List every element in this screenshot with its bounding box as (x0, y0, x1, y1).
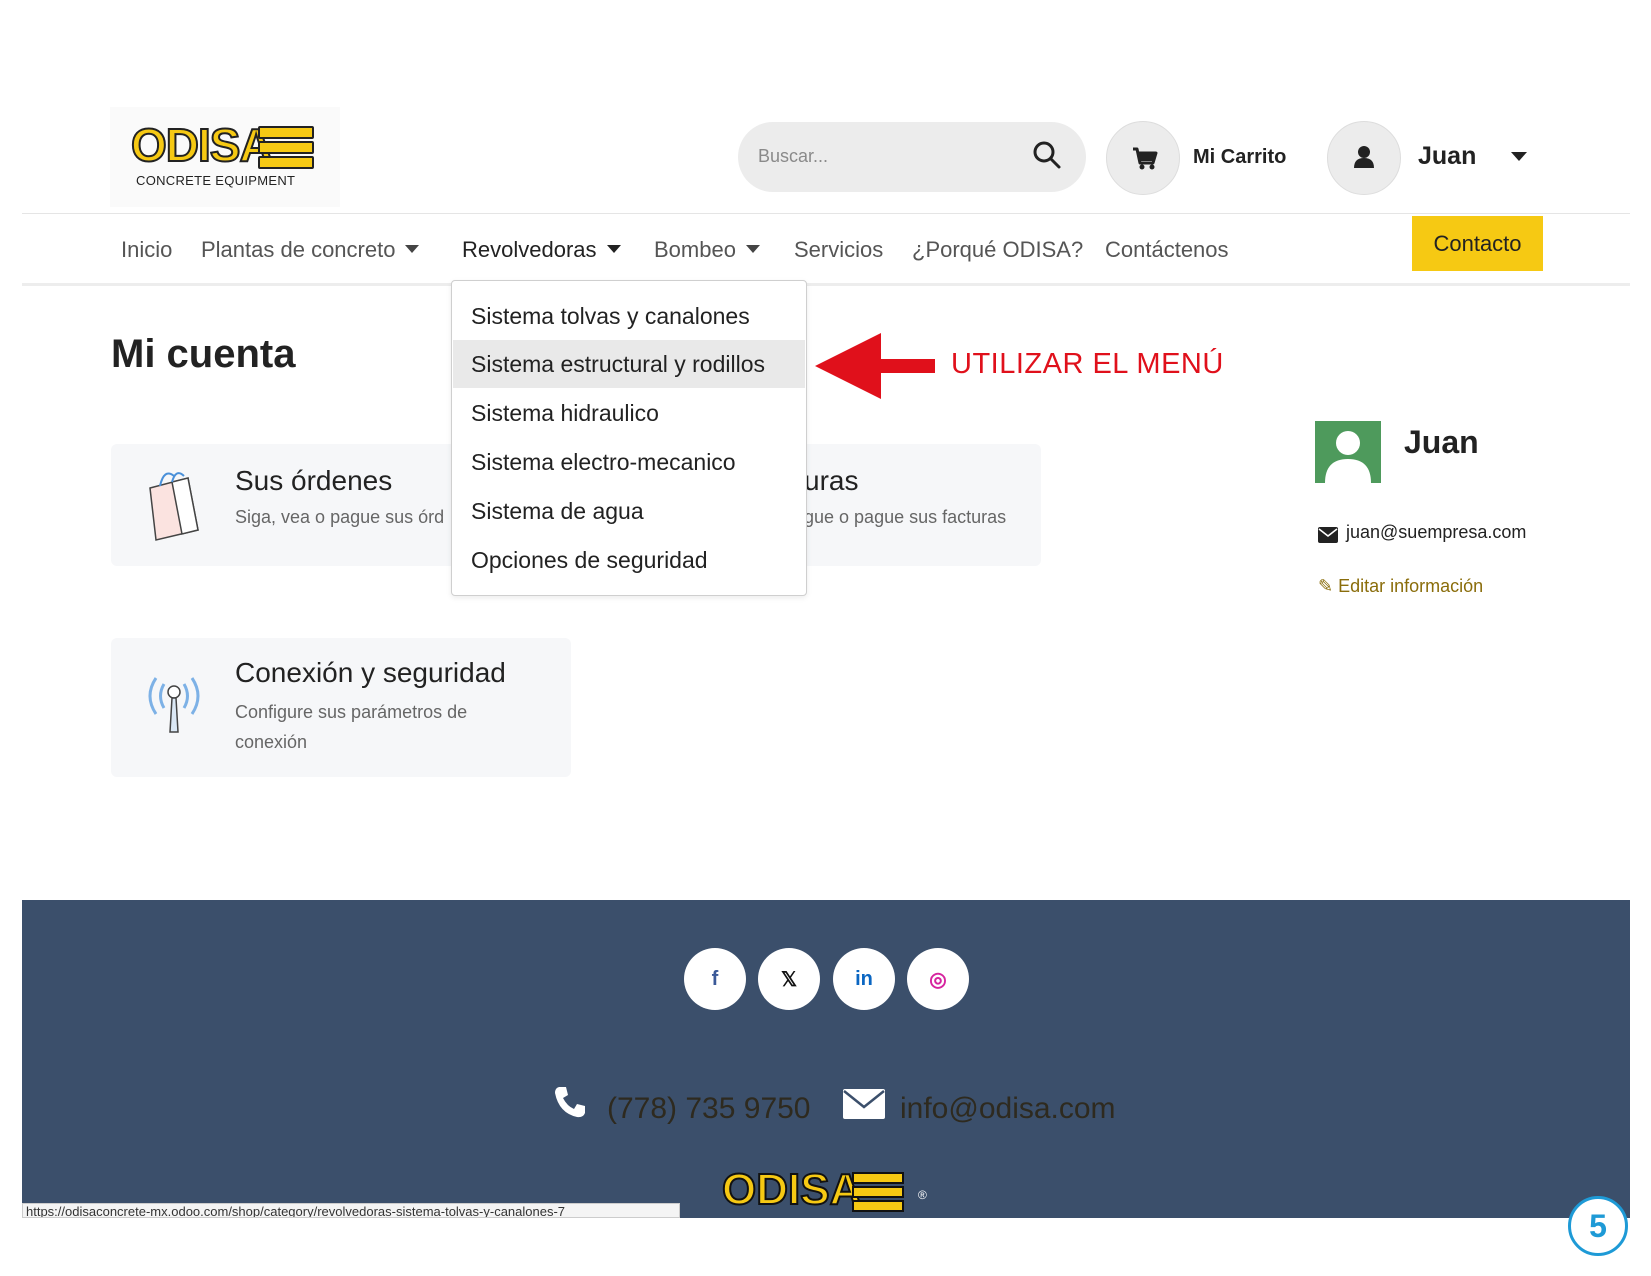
profile-name: Juan (1404, 424, 1479, 460)
envelope-icon (843, 1089, 885, 1119)
search-icon[interactable] (1032, 140, 1062, 170)
instagram-icon[interactable]: ◎ (907, 948, 969, 1010)
security-card-subtitle-line1: Configure sus parámetros de (235, 702, 468, 722)
dropdown-item-tolvas[interactable]: Sistema tolvas y canalones (453, 292, 805, 340)
dropdown-item-seguridad[interactable]: Opciones de seguridad (453, 536, 805, 584)
chevron-down-icon (606, 245, 621, 253)
orders-card-title[interactable]: Sus órdenes (235, 465, 392, 497)
facebook-icon[interactable]: f (684, 948, 746, 1010)
user-icon (1354, 146, 1374, 168)
search-input[interactable]: Buscar... (758, 146, 828, 167)
chevron-down-icon (405, 245, 420, 253)
cart-icon (1133, 147, 1158, 170)
dropdown-item-estructural[interactable]: Sistema estructural y rodillos (453, 340, 805, 388)
contact-button[interactable]: Contacto (1412, 216, 1543, 271)
nav-item-revolvedoras[interactable]: Revolvedoras (462, 237, 621, 263)
divider (22, 283, 1630, 286)
pencil-icon: ✎ (1318, 576, 1339, 596)
annotation-label: UTILIZAR EL MENÚ (951, 348, 1224, 380)
footer-email[interactable]: info@odisa.com (900, 1092, 1116, 1126)
chevron-down-icon[interactable] (1511, 152, 1527, 161)
logo-subtitle: CONCRETE EQUIPMENT (136, 173, 296, 188)
chevron-down-icon (745, 245, 760, 253)
dropdown-item-agua[interactable]: Sistema de agua (453, 487, 805, 535)
footer-logo: ODISA (721, 1165, 862, 1214)
cart-button[interactable] (1106, 121, 1180, 195)
edit-profile-link[interactable]: ✎ Editar información (1318, 576, 1483, 597)
cart-label[interactable]: Mi Carrito (1193, 146, 1286, 169)
logo-wordmark: ODISA (130, 119, 274, 171)
page-title: Mi cuenta (111, 332, 296, 376)
dropdown-item-electro-mecanico[interactable]: Sistema electro-mecanico (453, 438, 805, 486)
footer-logo-bars-icon (852, 1172, 904, 1212)
security-card-subtitle: Configure sus parámetros de conexión (235, 697, 467, 757)
revolvedoras-dropdown-menu: Sistema tolvas y canalones Sistema estru… (451, 280, 807, 596)
security-card-subtitle-line2: conexión (235, 732, 308, 752)
linkedin-icon[interactable]: in (833, 948, 895, 1010)
nav-item-plantas[interactable]: Plantas de concreto (201, 237, 420, 263)
user-avatar-button[interactable] (1327, 121, 1401, 195)
nav-item-porque-odisa[interactable]: ¿Porqué ODISA? (912, 237, 1083, 263)
invoices-card-subtitle: gue o pague sus facturas (804, 507, 1007, 527)
envelope-icon (1318, 527, 1338, 543)
dropdown-item-hidraulico[interactable]: Sistema hidraulico (453, 389, 805, 437)
divider (22, 213, 1630, 214)
registered-mark: ® (918, 1188, 927, 1202)
logo-bars-icon (258, 126, 314, 169)
footer-phone[interactable]: (778) 735 9750 (607, 1092, 811, 1126)
nav-item-inicio[interactable]: Inicio (121, 237, 172, 263)
edit-profile-label: Editar información (1338, 576, 1484, 596)
page-number-badge: 5 (1568, 1196, 1628, 1256)
user-name[interactable]: Juan (1418, 142, 1476, 171)
shopping-bag-icon (149, 472, 199, 541)
annotation-arrow-icon (815, 333, 935, 399)
security-card-title[interactable]: Conexión y seguridad (235, 657, 506, 689)
phone-icon (555, 1087, 585, 1118)
nav-item-servicios[interactable]: Servicios (794, 237, 883, 263)
invoices-card-title[interactable]: uras (804, 465, 858, 497)
nav-item-bombeo[interactable]: Bombeo (654, 237, 760, 263)
nav-item-contactenos[interactable]: Contáctenos (1105, 237, 1229, 263)
x-icon[interactable]: 𝕏 (758, 948, 820, 1010)
profile-avatar (1315, 421, 1381, 483)
profile-email: juan@suempresa.com (1346, 522, 1527, 542)
status-bar-url: https://odisaconcrete-mx.odoo.com/shop/c… (22, 1203, 680, 1218)
antenna-icon (148, 677, 200, 733)
orders-card-subtitle: Siga, vea o pague sus órd (235, 507, 445, 527)
